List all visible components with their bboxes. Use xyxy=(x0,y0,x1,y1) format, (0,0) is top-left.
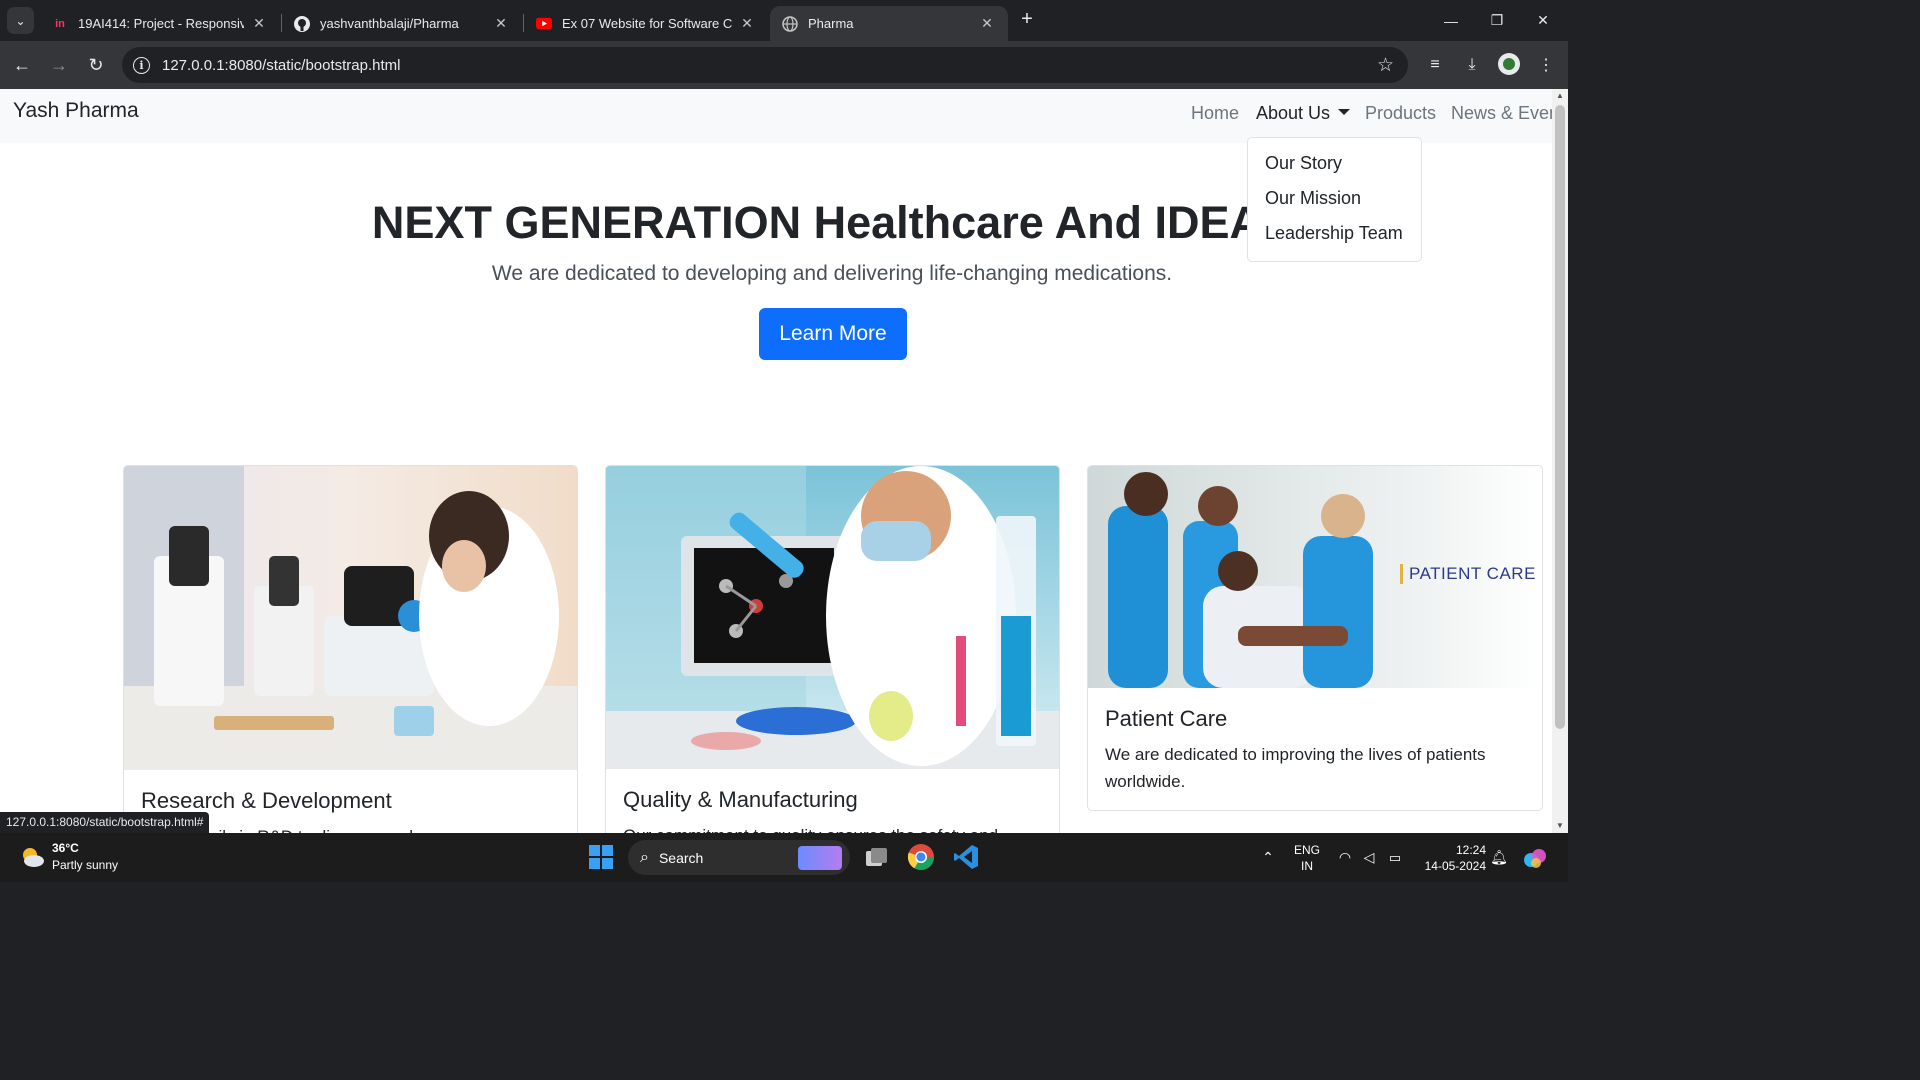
close-icon[interactable]: ✕ xyxy=(492,15,510,32)
invision-icon: in xyxy=(55,17,65,30)
card-title: Patient Care xyxy=(1105,706,1228,731)
tab-search-chevron-icon[interactable]: ⌄ xyxy=(7,7,34,34)
card-title: Research & Development xyxy=(141,788,392,813)
status-bar-url: 127.0.0.1:8080/static/bootstrap.html# xyxy=(0,812,210,833)
task-view-icon[interactable] xyxy=(861,841,893,873)
card-quality: Quality & Manufacturing Our commitment t… xyxy=(605,465,1060,833)
site-info-icon[interactable]: i xyxy=(133,56,150,74)
learn-more-button[interactable]: Learn More xyxy=(759,308,907,360)
menu-kebab-icon[interactable]: ⋮ xyxy=(1534,53,1558,77)
notification-bell-icon[interactable]: 🔔︎ xyxy=(1489,833,1509,882)
taskbar-search-label: Search xyxy=(658,849,704,866)
language-code: ENG xyxy=(1293,842,1320,857)
card-text: Our commitment to quality ensures the sa… xyxy=(623,822,1042,833)
patient-care-image-label: PATIENT CARE xyxy=(1400,564,1536,584)
clock-date: 14-05-2024 xyxy=(1424,858,1486,873)
scroll-up-icon[interactable]: ▲ xyxy=(1552,89,1568,103)
wifi-icon[interactable]: ◠ xyxy=(1334,833,1356,882)
window-close-icon[interactable]: ✕ xyxy=(1520,0,1566,41)
tab-title: 19AI414: Project - Responsive W xyxy=(78,16,244,31)
patient-care-image: PATIENT CARE xyxy=(1088,466,1542,688)
windows-taskbar: 36°C Partly sunny ⌕ Search ⌃ ENG IN ◠ ◁ … xyxy=(0,833,1568,882)
weather-partly-sunny-icon[interactable] xyxy=(19,844,45,870)
browser-toolbar: ← → ↻ i 127.0.0.1:8080/static/bootstrap.… xyxy=(0,41,1568,89)
brand-logo-text[interactable]: Yash Pharma xyxy=(13,99,139,123)
volume-icon[interactable]: ◁ xyxy=(1358,833,1380,882)
dropdown-item-leadership-team[interactable]: Leadership Team xyxy=(1248,217,1421,252)
search-highlight-icon xyxy=(798,845,842,870)
tab-pharma[interactable]: Pharma ✕ xyxy=(770,6,1008,41)
reload-icon[interactable]: ↻ xyxy=(84,53,108,77)
language-indicator[interactable]: ENG IN xyxy=(1288,833,1326,882)
battery-icon[interactable]: ▭ xyxy=(1383,833,1407,882)
address-url[interactable]: 127.0.0.1:8080/static/bootstrap.html xyxy=(162,57,1377,74)
site-navbar: Yash Pharma Home About Us Products News … xyxy=(0,89,1552,143)
card-patient-care: PATIENT CARE Patient Care We are dedicat… xyxy=(1087,465,1543,811)
nav-link-products[interactable]: Products xyxy=(1365,103,1436,124)
weather-description[interactable]: Partly sunny xyxy=(52,858,118,872)
clock-time: 12:24 xyxy=(1455,842,1486,857)
about-dropdown-menu: Our Story Our Mission Leadership Team xyxy=(1247,137,1422,262)
tray-chevron-up-icon[interactable]: ⌃ xyxy=(1256,833,1280,882)
close-icon[interactable]: ✕ xyxy=(978,15,996,32)
download-icon[interactable]: ⤓ xyxy=(1460,53,1484,77)
browser-tabstrip: ⌄ in 19AI414: Project - Responsive W ✕ y… xyxy=(0,0,1568,41)
weather-temperature[interactable]: 36°C xyxy=(52,841,79,855)
lab-microscope-image xyxy=(124,466,577,770)
scroll-down-icon[interactable]: ▼ xyxy=(1552,819,1568,833)
forward-arrow-icon[interactable]: → xyxy=(47,53,71,77)
tab-title: Pharma xyxy=(808,16,854,31)
dropdown-item-our-mission[interactable]: Our Mission xyxy=(1248,182,1421,217)
media-queue-icon[interactable]: ≡ xyxy=(1423,53,1447,77)
new-tab-plus-icon[interactable]: + xyxy=(1016,9,1038,31)
dropdown-caret-icon xyxy=(1338,109,1351,115)
github-icon xyxy=(294,15,310,32)
scrollbar-thumb[interactable] xyxy=(1555,105,1565,729)
tab-youtube[interactable]: Ex 07 Website for Software Con ✕ xyxy=(524,6,768,41)
close-icon[interactable]: ✕ xyxy=(250,15,268,32)
vscode-icon[interactable] xyxy=(950,841,982,873)
nav-link-home[interactable]: Home xyxy=(1191,103,1239,124)
card-text: We are dedicated to improving the lives … xyxy=(1105,745,1486,791)
windows-start-icon[interactable] xyxy=(585,841,617,873)
tab-title: Ex 07 Website for Software Con xyxy=(562,16,732,31)
nav-link-about-us[interactable]: About Us xyxy=(1256,103,1351,124)
globe-icon xyxy=(782,15,798,32)
address-bar[interactable]: i 127.0.0.1:8080/static/bootstrap.html ☆ xyxy=(122,47,1408,83)
copilot-icon[interactable] xyxy=(1520,833,1550,882)
dropdown-item-our-story[interactable]: Our Story xyxy=(1248,147,1421,182)
card-research: Research & Development …ed heavily in R&… xyxy=(123,465,578,833)
bookmark-star-icon[interactable]: ☆ xyxy=(1377,54,1394,77)
tab-19ai414[interactable]: in 19AI414: Project - Responsive W ✕ xyxy=(40,6,280,41)
card-title: Quality & Manufacturing xyxy=(623,787,858,812)
tab-title: yashvanthbalaji/Pharma xyxy=(320,16,459,31)
chrome-icon[interactable] xyxy=(905,841,937,873)
search-icon: ⌕ xyxy=(640,848,649,866)
hero-subtitle: We are dedicated to developing and deliv… xyxy=(491,262,1173,285)
taskbar-search-box[interactable]: ⌕ Search xyxy=(628,840,850,875)
tab-github[interactable]: yashvanthbalaji/Pharma ✕ xyxy=(282,6,522,41)
nav-link-news-events[interactable]: News & Even xyxy=(1451,103,1552,124)
profile-avatar[interactable] xyxy=(1498,53,1520,75)
nav-link-label: About Us xyxy=(1256,103,1331,123)
restore-icon[interactable]: ❐ xyxy=(1474,0,1520,41)
youtube-icon xyxy=(536,16,552,32)
language-region: IN xyxy=(1301,858,1313,873)
page-scrollbar[interactable]: ▲ ▼ xyxy=(1552,89,1568,833)
clock[interactable]: 12:24 14-05-2024 xyxy=(1416,833,1486,882)
page-viewport: Yash Pharma Home About Us Products News … xyxy=(0,89,1552,833)
lab-scientist-image xyxy=(606,466,1059,769)
close-icon[interactable]: ✕ xyxy=(738,15,756,32)
minimize-icon[interactable]: — xyxy=(1428,0,1474,41)
back-arrow-icon[interactable]: ← xyxy=(10,53,34,77)
